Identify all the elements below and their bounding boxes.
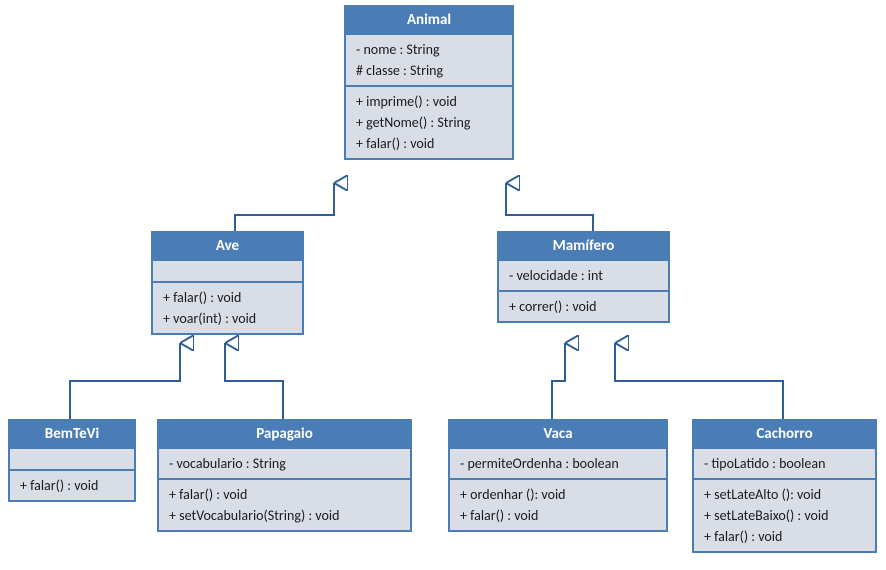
class-title-animal: Animal <box>346 7 512 33</box>
attr: - velocidade : int <box>509 265 658 286</box>
attr: - nome : String <box>356 39 502 60</box>
class-attrs-ave <box>153 259 302 281</box>
class-attrs-animal: - nome : String # classe : String <box>346 33 512 85</box>
attr: # classe : String <box>356 60 502 81</box>
op: + falar() : void <box>356 133 502 154</box>
class-title-papagaio: Papagaio <box>159 421 410 447</box>
op: + falar() : void <box>704 526 865 547</box>
op: + getNome() : String <box>356 112 502 133</box>
attr: - permiteOrdenha : boolean <box>460 453 656 474</box>
class-ops-cachorro: + setLateAlto (): void + setLateBaixo() … <box>694 478 875 551</box>
class-attrs-vaca: - permiteOrdenha : boolean <box>450 447 666 478</box>
class-attrs-cachorro: - tipoLatido : boolean <box>694 447 875 478</box>
op: + imprime() : void <box>356 91 502 112</box>
op: + ordenhar (): void <box>460 484 656 505</box>
class-attrs-mamifero: - velocidade : int <box>499 259 668 290</box>
class-attrs-bemtevi <box>10 447 134 469</box>
class-bemtevi: BemTeVi + falar() : void <box>8 419 136 502</box>
op: + falar() : void <box>460 505 656 526</box>
class-title-bemtevi: BemTeVi <box>10 421 134 447</box>
op: + falar() : void <box>169 484 400 505</box>
class-ops-bemtevi: + falar() : void <box>10 469 134 500</box>
class-ops-papagaio: + falar() : void + setVocabulario(String… <box>159 478 410 530</box>
class-title-cachorro: Cachorro <box>694 421 875 447</box>
class-title-mamifero: Mamífero <box>499 233 668 259</box>
class-ops-ave: + falar() : void + voar(int) : void <box>153 281 302 333</box>
class-papagaio: Papagaio - vocabulario : String + falar(… <box>157 419 412 532</box>
op: + setVocabulario(String) : void <box>169 505 400 526</box>
class-animal: Animal - nome : String # classe : String… <box>344 5 514 160</box>
class-mamifero: Mamífero - velocidade : int + correr() :… <box>497 231 670 323</box>
class-title-ave: Ave <box>153 233 302 259</box>
op: + setLateBaixo() : void <box>704 505 865 526</box>
class-ops-mamifero: + correr() : void <box>499 290 668 321</box>
class-ops-animal: + imprime() : void + getNome() : String … <box>346 85 512 158</box>
op: + voar(int) : void <box>163 308 292 329</box>
op: + falar() : void <box>163 287 292 308</box>
class-ave: Ave + falar() : void + voar(int) : void <box>151 231 304 335</box>
class-attrs-papagaio: - vocabulario : String <box>159 447 410 478</box>
op: + setLateAlto (): void <box>704 484 865 505</box>
op: + falar() : void <box>20 475 124 496</box>
attr: - tipoLatido : boolean <box>704 453 865 474</box>
attr: - vocabulario : String <box>169 453 400 474</box>
op: + correr() : void <box>509 296 658 317</box>
class-ops-vaca: + ordenhar (): void + falar() : void <box>450 478 666 530</box>
class-title-vaca: Vaca <box>450 421 666 447</box>
class-cachorro: Cachorro - tipoLatido : boolean + setLat… <box>692 419 877 553</box>
class-vaca: Vaca - permiteOrdenha : boolean + ordenh… <box>448 419 668 532</box>
